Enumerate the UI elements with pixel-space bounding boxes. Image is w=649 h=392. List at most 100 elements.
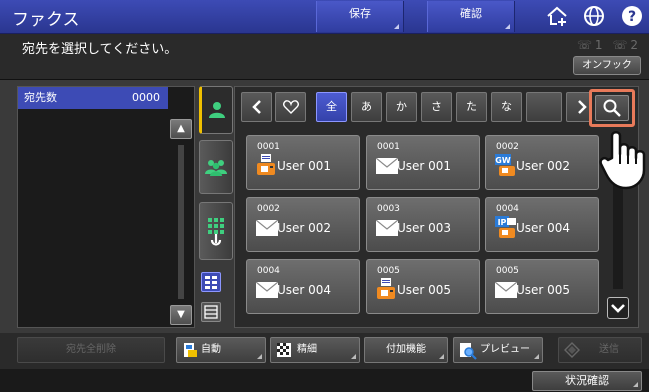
- entry-number: 0005: [496, 266, 519, 276]
- globe-icon[interactable]: [582, 4, 606, 28]
- heart-icon: [282, 100, 299, 114]
- list-view-button[interactable]: [201, 302, 221, 322]
- filter-tab-sa[interactable]: さ: [421, 92, 452, 122]
- entry-name: User 001: [397, 159, 452, 173]
- main-area: 宛先数 0000 ▲ ▼ 全 あ か さ た な 0001 User 001 0…: [0, 80, 649, 333]
- pointing-hand-icon: [599, 131, 646, 190]
- entry-name: User 005: [516, 283, 571, 297]
- entry-number: 0001: [257, 142, 280, 152]
- preview-button[interactable]: プレビュー: [453, 337, 543, 363]
- address-entry-tile[interactable]: 0002 GW User 002: [485, 135, 599, 190]
- help-icon[interactable]: ?: [620, 4, 644, 28]
- confirm-button-label: 確認: [460, 7, 482, 20]
- filter-tab-ta[interactable]: た: [456, 92, 487, 122]
- entry-number: 0002: [257, 204, 280, 214]
- action-bar: 宛先全削除 自動 精細 付加機能 プレビュー 送信: [0, 333, 649, 369]
- address-entry-tile[interactable]: 0001 User 001: [246, 135, 360, 190]
- fax-icon: [257, 154, 275, 175]
- destination-panel: 宛先数 0000 ▲ ▼: [17, 86, 195, 328]
- email-icon: [376, 158, 398, 174]
- destination-scroll-down-button[interactable]: ▼: [170, 305, 192, 325]
- entry-number: 0004: [257, 266, 280, 276]
- grid-view-icon: [205, 276, 217, 289]
- address-entry-tile[interactable]: 0001 User 001: [366, 135, 480, 190]
- destination-count-header: 宛先数 0000: [18, 87, 168, 109]
- preview-magnifier-icon: [460, 343, 477, 360]
- entry-number: 0003: [377, 204, 400, 214]
- header-bar: ファクス 保存 確認 ?: [0, 0, 649, 34]
- home-plus-icon[interactable]: [545, 4, 569, 28]
- resolution-icon: [277, 343, 291, 357]
- confirm-button[interactable]: 確認: [427, 1, 515, 32]
- person-icon: [209, 102, 225, 118]
- clear-all-destinations-button[interactable]: 宛先全削除: [17, 337, 165, 363]
- save-button[interactable]: 保存: [316, 1, 404, 32]
- fax-icon: [377, 278, 395, 299]
- auto-mode-button[interactable]: 自動: [176, 337, 266, 363]
- additional-functions-label: 付加機能: [386, 344, 426, 355]
- tab-group-contacts[interactable]: [199, 140, 233, 194]
- svg-text:?: ?: [628, 9, 636, 25]
- entry-name: User 004: [516, 221, 571, 235]
- filter-tab-ka[interactable]: か: [386, 92, 417, 122]
- tab-keypad-entry[interactable]: [199, 202, 233, 260]
- destination-scroll-track[interactable]: [178, 145, 184, 299]
- filter-tab-a[interactable]: あ: [351, 92, 382, 122]
- status-check-button[interactable]: 状況確認: [532, 371, 642, 391]
- chevron-left-icon: [251, 100, 261, 114]
- onhook-button[interactable]: オンフック: [573, 56, 641, 75]
- document-mode-icon: [184, 343, 197, 357]
- address-entry-tile[interactable]: 0004 IP User 004: [485, 197, 599, 252]
- filter-tab-all[interactable]: 全: [316, 92, 347, 122]
- gw-fax-icon: GW: [495, 154, 515, 176]
- destination-scroll-up-button[interactable]: ▲: [170, 119, 192, 139]
- status-check-label: 状況確認: [565, 374, 609, 387]
- entry-number: 0005: [377, 266, 400, 276]
- entry-name: User 003: [397, 221, 452, 235]
- keypad-icon: [208, 218, 224, 246]
- address-entry-tile[interactable]: 0002 User 002: [246, 197, 360, 252]
- address-entry-tile[interactable]: 0004 User 004: [246, 259, 360, 314]
- save-button-label: 保存: [349, 7, 371, 20]
- line-indicators: ☏1 ☏2: [576, 38, 641, 52]
- send-button[interactable]: 送信: [558, 337, 642, 363]
- tile-view-button[interactable]: [201, 272, 221, 292]
- entry-number: 0002: [496, 142, 519, 152]
- additional-functions-button[interactable]: 付加機能: [364, 337, 448, 363]
- svg-text:GW: GW: [495, 156, 511, 165]
- tab-single-contact[interactable]: [199, 86, 233, 134]
- address-entry-tile[interactable]: 0003 User 003: [366, 197, 480, 252]
- page-title: ファクス: [12, 10, 80, 30]
- email-icon: [376, 220, 398, 236]
- entry-name: User 005: [397, 283, 452, 297]
- fax-screen: ファクス 保存 確認 ? 宛先を選択してください。 ☏1 ☏2 オンフック 宛先…: [0, 0, 649, 392]
- resolution-label: 精細: [297, 344, 317, 355]
- address-book-scroll-down-button[interactable]: [607, 297, 629, 319]
- ip-fax-icon: IP: [495, 216, 516, 238]
- email-icon: [495, 282, 517, 298]
- group-icon: [205, 160, 227, 176]
- filter-tab-favorites[interactable]: [275, 92, 306, 122]
- destination-count-label: 宛先数: [24, 91, 57, 104]
- send-label: 送信: [599, 344, 619, 355]
- filter-tab-hidden[interactable]: [526, 92, 562, 122]
- message-bar: 宛先を選択してください。 ☏1 ☏2: [0, 34, 649, 80]
- destination-scrollbar[interactable]: ▲ ▼: [170, 119, 192, 325]
- filter-prev-button[interactable]: [241, 92, 272, 122]
- search-icon: [603, 99, 621, 117]
- resolution-fine-button[interactable]: 精細: [270, 337, 360, 363]
- filter-tab-na[interactable]: な: [491, 92, 522, 122]
- chevron-right-icon: [577, 100, 587, 114]
- address-entry-tile[interactable]: 0005 User 005: [366, 259, 480, 314]
- send-diamond-icon: [564, 342, 580, 358]
- address-entry-tile[interactable]: 0005 User 005: [485, 259, 599, 314]
- email-icon: [256, 282, 278, 298]
- auto-mode-label: 自動: [201, 344, 221, 355]
- entry-name: User 001: [277, 159, 332, 173]
- chevron-down-icon: [611, 304, 625, 313]
- search-highlight: [589, 89, 635, 127]
- entry-number: 0004: [496, 204, 519, 214]
- entry-number: 0001: [377, 142, 400, 152]
- search-button[interactable]: [595, 95, 629, 121]
- entry-name: User 002: [277, 221, 332, 235]
